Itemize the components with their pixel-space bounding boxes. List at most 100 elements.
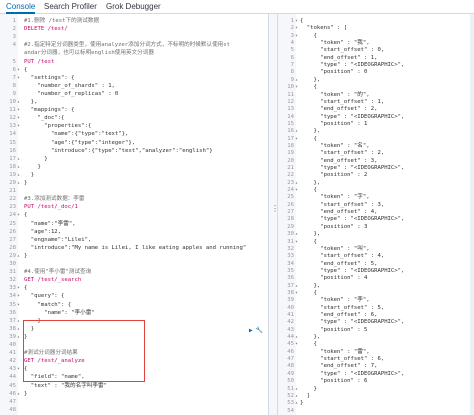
request_lines-line: 14 "name":{"type":"text"}, bbox=[0, 130, 268, 138]
fold-toggle-icon[interactable]: ▴ bbox=[17, 163, 20, 171]
request_lines-line: 10 ▴ }, bbox=[0, 98, 268, 106]
request_lines-line: 1 #1.删除 /test下的测试数据 bbox=[0, 17, 268, 25]
fold-toggle-icon[interactable]: ▾ bbox=[17, 301, 20, 309]
request_lines-line: 47 bbox=[0, 398, 268, 406]
fold-toggle-icon[interactable]: ▾ bbox=[17, 114, 20, 122]
request_lines-line: 29 ▴} bbox=[0, 252, 268, 260]
line-number: 10 bbox=[9, 99, 16, 105]
line-number: 26 bbox=[9, 228, 16, 235]
request_lines-line: 22 #3.添加测试数据：李雷 bbox=[0, 195, 268, 203]
line-number: 5 bbox=[12, 58, 16, 65]
fold-toggle-icon[interactable]: ▾ bbox=[17, 211, 20, 219]
line-number: 33 bbox=[9, 285, 16, 292]
line-number: 39 bbox=[9, 333, 16, 340]
tab-bar: Console Search Profiler Grok Debugger bbox=[0, 0, 474, 14]
code-text: } bbox=[24, 180, 28, 186]
tab-search-profiler[interactable]: Search Profiler bbox=[44, 1, 97, 12]
fold-toggle-icon[interactable]: ▴ bbox=[17, 252, 20, 260]
line-number: 3 bbox=[12, 34, 16, 41]
fold-toggle-icon[interactable]: ▾ bbox=[17, 122, 20, 130]
fold-toggle-icon[interactable]: ▴ bbox=[17, 155, 20, 163]
line-number: 13 bbox=[9, 123, 16, 130]
play-icon[interactable]: ▶ bbox=[249, 327, 253, 334]
line-number: 32 bbox=[9, 277, 16, 284]
request_lines-line: 46 ▴} bbox=[0, 390, 268, 398]
fold-toggle-icon[interactable]: ▴ bbox=[17, 325, 20, 333]
request-editor[interactable]: 1 #1.删除 /test下的测试数据 2 DELETE /test/3 4 #2.指定特… bbox=[0, 14, 268, 415]
line-number: 15 bbox=[9, 139, 16, 146]
fold-toggle-icon[interactable]: ▾ bbox=[17, 292, 20, 300]
request_lines-line: 11 ▾ "mappings": { bbox=[0, 106, 268, 114]
wrench-icon[interactable]: 🔧 bbox=[256, 327, 263, 334]
code-text: } bbox=[24, 333, 28, 340]
fold-toggle-icon[interactable]: ▴ bbox=[17, 390, 20, 398]
pane-resizer[interactable] bbox=[268, 14, 279, 415]
request_lines-line: 20 ▴} bbox=[0, 179, 268, 187]
fold-toggle-icon[interactable]: ▴ bbox=[17, 317, 20, 325]
fold-toggle-icon[interactable]: ▴ bbox=[17, 179, 20, 187]
line-number: 54 bbox=[287, 407, 294, 414]
code-text: GET /test/_search bbox=[24, 277, 82, 284]
request_lines-line: 16 "introduce":{"type":"text","analyzer"… bbox=[0, 147, 268, 155]
code-text: } bbox=[24, 390, 28, 397]
request_lines-line: 35 ▾ "match": { bbox=[0, 301, 268, 309]
request_lines-line: 32 GET /test/_search bbox=[0, 276, 268, 284]
code-text: #测试分词器分词结果 bbox=[24, 350, 78, 357]
request_lines-line: 7 ▾ "settings": { bbox=[0, 74, 268, 82]
code-text: { bbox=[24, 366, 28, 373]
fold-toggle-icon[interactable]: ▾ bbox=[17, 66, 20, 74]
line-number: 46 bbox=[9, 390, 16, 397]
response-scrollbar[interactable] bbox=[470, 14, 474, 415]
tab-console[interactable]: Console bbox=[6, 1, 36, 14]
line-number: 22 bbox=[9, 196, 16, 203]
fold-toggle-icon[interactable]: ▾ bbox=[17, 284, 20, 292]
request_lines-line: andar分词器，也可以标明english使用英文分词器 bbox=[0, 49, 268, 57]
fold-toggle-icon[interactable]: ▴ bbox=[17, 98, 20, 106]
code-text: "number_of_replicas" : 0 bbox=[24, 90, 119, 97]
request_lines-line: 9 "number_of_replicas" : 0 bbox=[0, 90, 268, 98]
request_lines-line: 3 bbox=[0, 33, 268, 41]
fold-toggle-icon[interactable]: ▾ bbox=[17, 106, 20, 114]
line-number: 16 bbox=[9, 147, 16, 154]
response_lines-line: 54 bbox=[278, 407, 474, 415]
request_lines-line: 48 bbox=[0, 406, 268, 414]
code-text: } bbox=[24, 155, 48, 162]
line-number: 4 bbox=[12, 42, 16, 49]
code-text: "match": { bbox=[24, 301, 72, 308]
request-actions: ▶ 🔧 bbox=[249, 327, 266, 334]
code-text: } bbox=[24, 252, 28, 259]
line-number: 35 bbox=[9, 301, 16, 308]
line-number: 29 bbox=[9, 252, 16, 259]
tab-grok-debugger[interactable]: Grok Debugger bbox=[106, 1, 161, 12]
request_lines-line: 33 ▾ { bbox=[0, 284, 268, 292]
code-text: #4.使用"李小雷"测试查询 bbox=[24, 269, 92, 276]
line-number: 19 bbox=[9, 171, 16, 178]
code-text: } bbox=[24, 325, 35, 332]
request_lines-line: 36 "name": "李小雷" bbox=[0, 309, 268, 317]
line-number: 18 bbox=[9, 163, 16, 170]
fold-toggle-icon[interactable]: ▾ bbox=[17, 74, 20, 82]
line-number: 21 bbox=[9, 188, 16, 195]
line-number: 37 bbox=[9, 317, 16, 324]
request_lines-line: 17 ▴ } bbox=[0, 155, 268, 163]
request_lines-line: 44 "field": "name", bbox=[0, 373, 268, 381]
code-text: "name":{"type":"text"}, bbox=[24, 131, 129, 138]
line-number: 2 bbox=[12, 26, 16, 33]
code-text: { bbox=[24, 285, 28, 292]
code-text: "number_of_shards" : 1, bbox=[24, 82, 115, 89]
line-number: 1 bbox=[12, 18, 16, 24]
response-viewer: 1 ▾{2 ▾ "tokens" : [3 ▾ {4 "token" : "我", 5 … bbox=[278, 14, 474, 415]
code-text: "introduce":"My name is Lilei, I like ea… bbox=[24, 244, 247, 251]
request_lines-line: 15 "age":{"type":"integer"}, bbox=[0, 139, 268, 147]
code-text: #3.添加测试数据：李雷 bbox=[24, 196, 85, 203]
line-number: 41 bbox=[9, 350, 16, 357]
code-text: "name": "李小雷" bbox=[24, 309, 95, 316]
fold-toggle-icon[interactable]: ▴ bbox=[17, 333, 20, 341]
line-number: 45 bbox=[9, 382, 16, 389]
line-number: 48 bbox=[9, 406, 16, 413]
request_lines-line: 13 ▾ "properties":{ bbox=[0, 122, 268, 130]
request_lines-line: 45 "text" : "我的名字叫李雷" bbox=[0, 382, 268, 390]
line-number: 31 bbox=[9, 269, 16, 276]
fold-toggle-icon[interactable]: ▾ bbox=[17, 365, 20, 373]
fold-toggle-icon[interactable]: ▴ bbox=[17, 171, 20, 179]
